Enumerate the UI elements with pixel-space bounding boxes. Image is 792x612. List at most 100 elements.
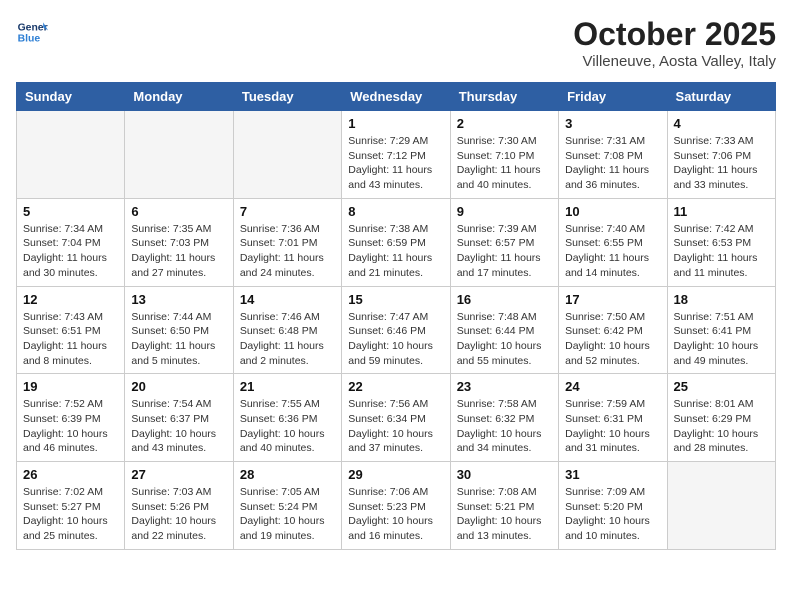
cell-date: 8: [348, 204, 443, 219]
cell-info: Sunrise: 7:43 AMSunset: 6:51 PMDaylight:…: [23, 310, 118, 369]
calendar-cell: 23 Sunrise: 7:58 AMSunset: 6:32 PMDaylig…: [450, 374, 558, 462]
cell-date: 15: [348, 292, 443, 307]
calendar-table: Sunday Monday Tuesday Wednesday Thursday…: [16, 82, 776, 550]
cell-date: 17: [565, 292, 660, 307]
cell-info: Sunrise: 8:01 AMSunset: 6:29 PMDaylight:…: [674, 397, 769, 456]
calendar-cell: 24 Sunrise: 7:59 AMSunset: 6:31 PMDaylig…: [559, 374, 667, 462]
cell-info: Sunrise: 7:39 AMSunset: 6:57 PMDaylight:…: [457, 222, 552, 281]
cell-info: Sunrise: 7:08 AMSunset: 5:21 PMDaylight:…: [457, 485, 552, 544]
cell-info: Sunrise: 7:33 AMSunset: 7:06 PMDaylight:…: [674, 134, 769, 193]
logo-icon: General Blue: [16, 16, 48, 48]
cell-info: Sunrise: 7:29 AMSunset: 7:12 PMDaylight:…: [348, 134, 443, 193]
calendar-cell: 27 Sunrise: 7:03 AMSunset: 5:26 PMDaylig…: [125, 462, 233, 550]
calendar-cell: 22 Sunrise: 7:56 AMSunset: 6:34 PMDaylig…: [342, 374, 450, 462]
cell-info: Sunrise: 7:36 AMSunset: 7:01 PMDaylight:…: [240, 222, 335, 281]
cell-info: Sunrise: 7:54 AMSunset: 6:37 PMDaylight:…: [131, 397, 226, 456]
header-saturday: Saturday: [667, 83, 775, 111]
page-header: General Blue October 2025 Villeneuve, Ao…: [16, 16, 776, 70]
calendar-cell: 29 Sunrise: 7:06 AMSunset: 5:23 PMDaylig…: [342, 462, 450, 550]
calendar-cell: [233, 111, 341, 199]
cell-date: 12: [23, 292, 118, 307]
cell-date: 1: [348, 116, 443, 131]
cell-date: 21: [240, 379, 335, 394]
cell-date: 29: [348, 467, 443, 482]
calendar-week-row: 12 Sunrise: 7:43 AMSunset: 6:51 PMDaylig…: [17, 286, 776, 374]
cell-info: Sunrise: 7:55 AMSunset: 6:36 PMDaylight:…: [240, 397, 335, 456]
weekday-header-row: Sunday Monday Tuesday Wednesday Thursday…: [17, 83, 776, 111]
calendar-cell: 10 Sunrise: 7:40 AMSunset: 6:55 PMDaylig…: [559, 198, 667, 286]
cell-info: Sunrise: 7:30 AMSunset: 7:10 PMDaylight:…: [457, 134, 552, 193]
cell-info: Sunrise: 7:40 AMSunset: 6:55 PMDaylight:…: [565, 222, 660, 281]
cell-date: 4: [674, 116, 769, 131]
cell-info: Sunrise: 7:34 AMSunset: 7:04 PMDaylight:…: [23, 222, 118, 281]
calendar-cell: 20 Sunrise: 7:54 AMSunset: 6:37 PMDaylig…: [125, 374, 233, 462]
cell-info: Sunrise: 7:31 AMSunset: 7:08 PMDaylight:…: [565, 134, 660, 193]
calendar-cell: 13 Sunrise: 7:44 AMSunset: 6:50 PMDaylig…: [125, 286, 233, 374]
cell-date: 30: [457, 467, 552, 482]
header-friday: Friday: [559, 83, 667, 111]
cell-info: Sunrise: 7:47 AMSunset: 6:46 PMDaylight:…: [348, 310, 443, 369]
cell-date: 28: [240, 467, 335, 482]
cell-info: Sunrise: 7:50 AMSunset: 6:42 PMDaylight:…: [565, 310, 660, 369]
cell-date: 6: [131, 204, 226, 219]
calendar-cell: 6 Sunrise: 7:35 AMSunset: 7:03 PMDayligh…: [125, 198, 233, 286]
cell-info: Sunrise: 7:46 AMSunset: 6:48 PMDaylight:…: [240, 310, 335, 369]
cell-date: 16: [457, 292, 552, 307]
calendar-cell: 18 Sunrise: 7:51 AMSunset: 6:41 PMDaylig…: [667, 286, 775, 374]
cell-date: 26: [23, 467, 118, 482]
cell-date: 10: [565, 204, 660, 219]
cell-date: 3: [565, 116, 660, 131]
calendar-cell: 26 Sunrise: 7:02 AMSunset: 5:27 PMDaylig…: [17, 462, 125, 550]
cell-info: Sunrise: 7:42 AMSunset: 6:53 PMDaylight:…: [674, 222, 769, 281]
calendar-week-row: 1 Sunrise: 7:29 AMSunset: 7:12 PMDayligh…: [17, 111, 776, 199]
cell-date: 19: [23, 379, 118, 394]
cell-info: Sunrise: 7:44 AMSunset: 6:50 PMDaylight:…: [131, 310, 226, 369]
title-block: October 2025 Villeneuve, Aosta Valley, I…: [573, 16, 776, 70]
cell-info: Sunrise: 7:58 AMSunset: 6:32 PMDaylight:…: [457, 397, 552, 456]
cell-info: Sunrise: 7:03 AMSunset: 5:26 PMDaylight:…: [131, 485, 226, 544]
calendar-cell: 17 Sunrise: 7:50 AMSunset: 6:42 PMDaylig…: [559, 286, 667, 374]
cell-info: Sunrise: 7:02 AMSunset: 5:27 PMDaylight:…: [23, 485, 118, 544]
cell-info: Sunrise: 7:51 AMSunset: 6:41 PMDaylight:…: [674, 310, 769, 369]
cell-date: 13: [131, 292, 226, 307]
calendar-cell: 5 Sunrise: 7:34 AMSunset: 7:04 PMDayligh…: [17, 198, 125, 286]
calendar-cell: 9 Sunrise: 7:39 AMSunset: 6:57 PMDayligh…: [450, 198, 558, 286]
calendar-cell: 19 Sunrise: 7:52 AMSunset: 6:39 PMDaylig…: [17, 374, 125, 462]
header-sunday: Sunday: [17, 83, 125, 111]
cell-info: Sunrise: 7:05 AMSunset: 5:24 PMDaylight:…: [240, 485, 335, 544]
cell-date: 11: [674, 204, 769, 219]
calendar-cell: [125, 111, 233, 199]
cell-date: 22: [348, 379, 443, 394]
calendar-cell: 8 Sunrise: 7:38 AMSunset: 6:59 PMDayligh…: [342, 198, 450, 286]
calendar-cell: 31 Sunrise: 7:09 AMSunset: 5:20 PMDaylig…: [559, 462, 667, 550]
calendar-week-row: 19 Sunrise: 7:52 AMSunset: 6:39 PMDaylig…: [17, 374, 776, 462]
calendar-cell: [667, 462, 775, 550]
calendar-cell: 15 Sunrise: 7:47 AMSunset: 6:46 PMDaylig…: [342, 286, 450, 374]
logo: General Blue: [16, 16, 48, 48]
calendar-title: October 2025: [573, 16, 776, 53]
calendar-cell: 2 Sunrise: 7:30 AMSunset: 7:10 PMDayligh…: [450, 111, 558, 199]
cell-info: Sunrise: 7:59 AMSunset: 6:31 PMDaylight:…: [565, 397, 660, 456]
calendar-cell: 7 Sunrise: 7:36 AMSunset: 7:01 PMDayligh…: [233, 198, 341, 286]
cell-info: Sunrise: 7:56 AMSunset: 6:34 PMDaylight:…: [348, 397, 443, 456]
header-wednesday: Wednesday: [342, 83, 450, 111]
calendar-cell: 16 Sunrise: 7:48 AMSunset: 6:44 PMDaylig…: [450, 286, 558, 374]
cell-info: Sunrise: 7:52 AMSunset: 6:39 PMDaylight:…: [23, 397, 118, 456]
svg-text:Blue: Blue: [18, 34, 41, 45]
calendar-cell: 21 Sunrise: 7:55 AMSunset: 6:36 PMDaylig…: [233, 374, 341, 462]
header-tuesday: Tuesday: [233, 83, 341, 111]
cell-date: 14: [240, 292, 335, 307]
cell-info: Sunrise: 7:48 AMSunset: 6:44 PMDaylight:…: [457, 310, 552, 369]
cell-info: Sunrise: 7:09 AMSunset: 5:20 PMDaylight:…: [565, 485, 660, 544]
header-thursday: Thursday: [450, 83, 558, 111]
cell-date: 5: [23, 204, 118, 219]
calendar-cell: 4 Sunrise: 7:33 AMSunset: 7:06 PMDayligh…: [667, 111, 775, 199]
calendar-cell: 30 Sunrise: 7:08 AMSunset: 5:21 PMDaylig…: [450, 462, 558, 550]
cell-date: 25: [674, 379, 769, 394]
cell-date: 23: [457, 379, 552, 394]
cell-date: 2: [457, 116, 552, 131]
calendar-cell: 25 Sunrise: 8:01 AMSunset: 6:29 PMDaylig…: [667, 374, 775, 462]
calendar-subtitle: Villeneuve, Aosta Valley, Italy: [573, 53, 776, 70]
cell-date: 27: [131, 467, 226, 482]
calendar-cell: 14 Sunrise: 7:46 AMSunset: 6:48 PMDaylig…: [233, 286, 341, 374]
